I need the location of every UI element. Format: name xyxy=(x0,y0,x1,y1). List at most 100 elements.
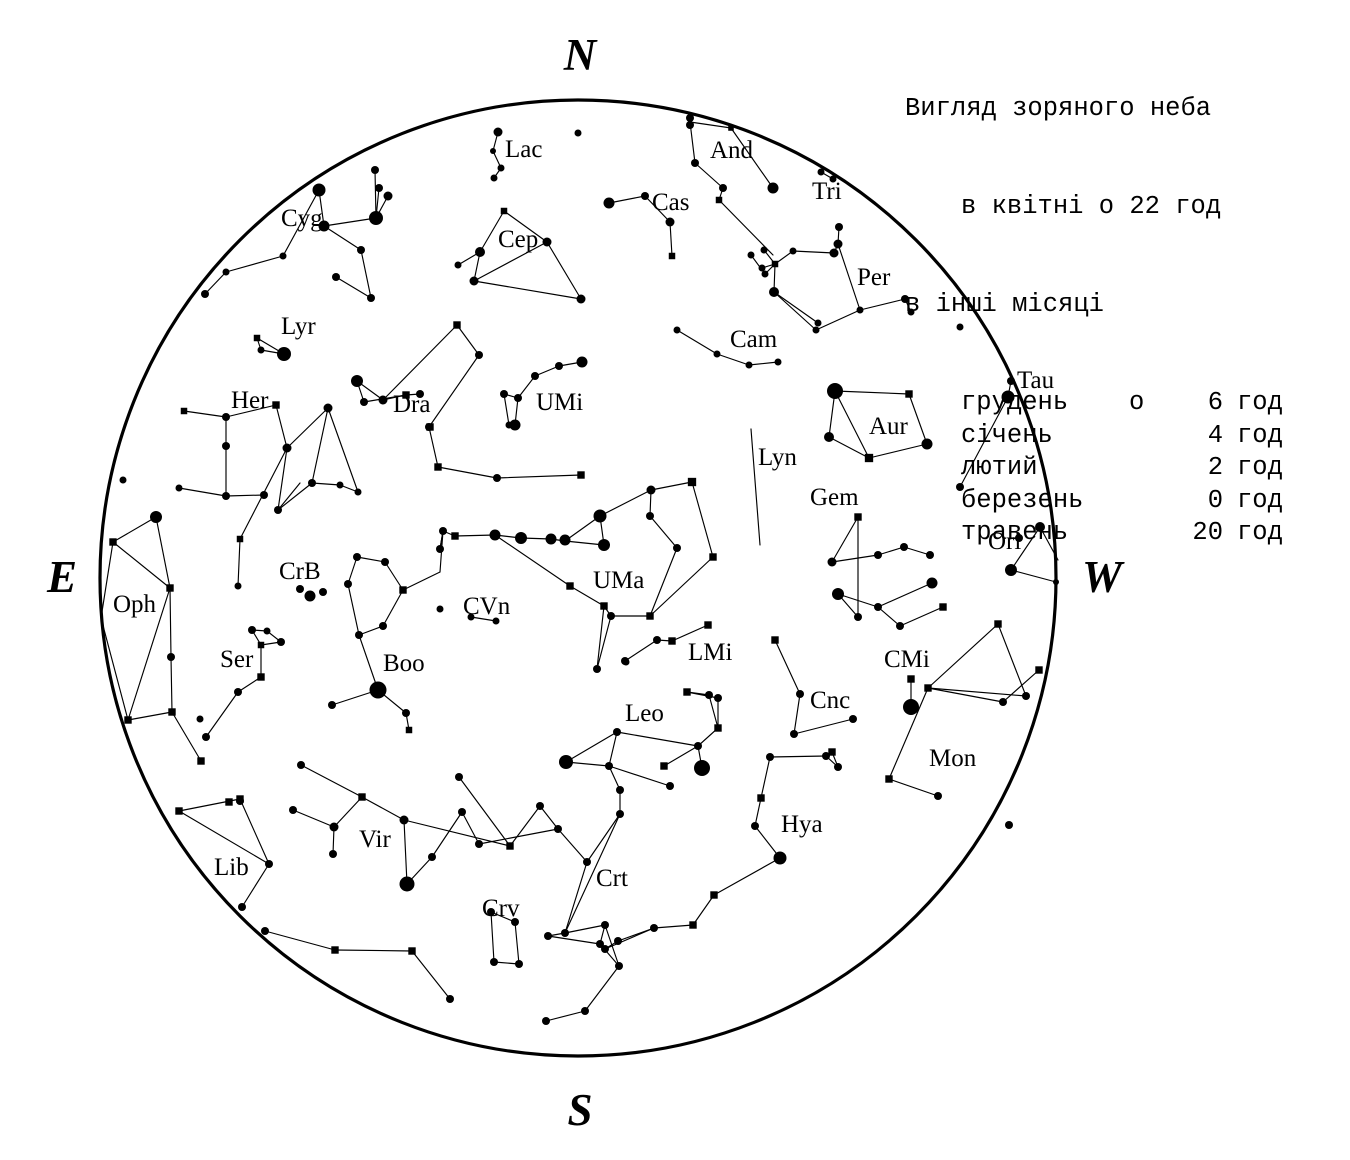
constellation-label-leo: Leo xyxy=(625,700,664,727)
star-marker xyxy=(668,252,676,260)
legend-month-name: лютий xyxy=(961,453,1038,483)
constellation-label-vir: Vir xyxy=(359,826,391,853)
star-marker xyxy=(469,276,479,286)
star-marker xyxy=(924,684,932,692)
star-marker xyxy=(257,346,265,354)
legend-at-word: о xyxy=(1129,387,1145,417)
constellation-label-per: Per xyxy=(857,264,891,291)
star-marker xyxy=(453,321,461,329)
star-marker xyxy=(357,246,365,254)
star-marker xyxy=(817,168,825,176)
star-marker xyxy=(828,748,836,756)
star-marker xyxy=(319,588,327,596)
star-marker xyxy=(336,481,344,489)
star-marker xyxy=(774,358,782,366)
star-marker xyxy=(728,125,734,131)
star-marker xyxy=(371,166,379,174)
star-marker xyxy=(849,715,857,723)
star-marker xyxy=(907,675,915,683)
star-marker xyxy=(615,962,623,970)
star-marker xyxy=(601,945,609,953)
star-marker xyxy=(509,419,521,431)
star-marker xyxy=(531,372,539,380)
constellation-label-lib: Lib xyxy=(214,854,249,881)
star-marker xyxy=(353,553,361,561)
constellation-label-crv: Crv xyxy=(482,895,520,922)
star-marker xyxy=(554,825,562,833)
star-marker xyxy=(272,401,280,409)
star-marker xyxy=(360,398,368,406)
star-marker xyxy=(874,603,882,611)
star-marker xyxy=(710,891,718,899)
legend-month-name: січень xyxy=(961,420,1053,450)
star-marker xyxy=(297,761,305,769)
star-marker xyxy=(593,665,601,673)
legend-month-rows: грудень о 6 год січень 4 год лютий 2 год березень 0… xyxy=(905,387,1305,550)
star-marker xyxy=(222,268,230,276)
star-marker xyxy=(641,192,649,200)
star-marker xyxy=(257,641,265,649)
star-marker xyxy=(814,319,822,327)
star-marker xyxy=(277,347,291,361)
star-marker xyxy=(399,815,409,825)
star-marker xyxy=(514,394,522,402)
star-marker xyxy=(790,730,798,738)
star-marker xyxy=(279,252,287,260)
star-marker xyxy=(874,551,882,559)
star-marker xyxy=(455,773,463,781)
star-marker xyxy=(490,148,496,154)
constellation-label-cas: Cas xyxy=(652,189,690,216)
star-marker xyxy=(789,247,797,255)
star-marker xyxy=(885,775,893,783)
star-marker xyxy=(265,860,273,868)
star-marker xyxy=(812,326,820,334)
star-marker xyxy=(196,715,204,723)
star-marker xyxy=(994,620,1002,628)
constellation-label-her: Her xyxy=(231,387,269,414)
legend-month-name: березень xyxy=(961,485,1084,515)
star-marker xyxy=(616,786,624,794)
star-marker xyxy=(766,753,774,761)
legend-row: лютий 2 год xyxy=(905,452,1305,485)
legend-indent xyxy=(905,387,961,420)
star-marker xyxy=(796,690,804,698)
star-marker xyxy=(436,605,444,613)
star-marker xyxy=(771,636,779,644)
legend-hour-value: 6 xyxy=(1207,387,1223,417)
star-marker xyxy=(561,929,569,937)
constellation-label-cvn: CVn xyxy=(463,593,511,620)
legend-at-word xyxy=(1129,420,1175,453)
star-marker xyxy=(854,513,862,521)
star-marker xyxy=(903,699,919,715)
star-marker xyxy=(544,932,552,940)
legend-row: березень 0 год xyxy=(905,485,1305,518)
star-marker xyxy=(694,742,702,750)
star-marker xyxy=(436,545,444,553)
legend-at-word xyxy=(1129,452,1175,485)
star-marker xyxy=(665,217,675,227)
constellation-label-cnc: Cnc xyxy=(810,687,850,714)
star-marker xyxy=(576,294,586,304)
star-marker xyxy=(515,960,523,968)
star-marker xyxy=(308,479,316,487)
constellation-label-cam: Cam xyxy=(730,326,778,353)
constellation-label-crt: Crt xyxy=(596,865,628,892)
constellation-label-gem: Gem xyxy=(810,484,859,511)
star-marker xyxy=(497,164,505,172)
star-marker xyxy=(864,453,874,463)
legend-subtitle: в інші місяці xyxy=(905,290,1104,319)
star-marker xyxy=(222,413,230,421)
star-marker xyxy=(653,636,661,644)
star-marker xyxy=(835,223,843,231)
star-marker xyxy=(613,728,621,736)
star-marker xyxy=(536,802,544,810)
star-marker xyxy=(428,853,436,861)
constellation-label-and: And xyxy=(710,137,754,164)
star-marker xyxy=(274,506,282,514)
star-marker xyxy=(180,407,188,415)
star-marker xyxy=(545,533,557,545)
star-marker xyxy=(593,509,607,523)
star-marker xyxy=(379,622,387,630)
star-marker xyxy=(328,701,336,709)
star-marker xyxy=(745,361,753,369)
